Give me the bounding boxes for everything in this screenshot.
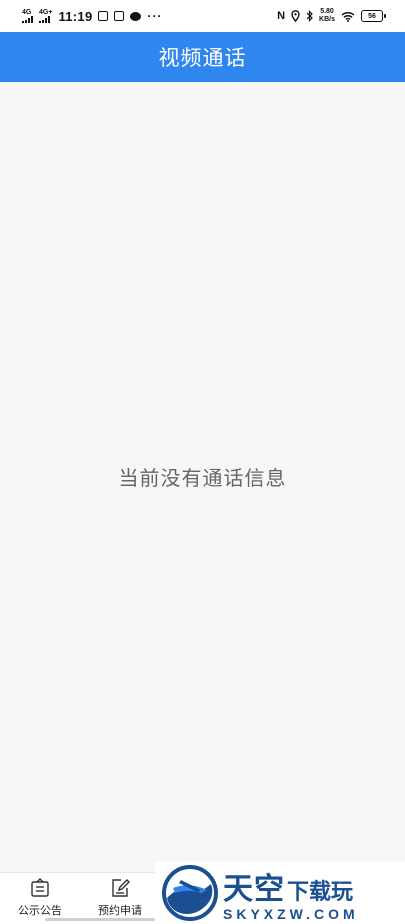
sim2-signal-icon: 4G+ bbox=[39, 9, 52, 23]
status-bar: 4G 4G+ 11:19 ··· N 5.80 KB/s 56 bbox=[0, 0, 405, 32]
nav-item-appointment[interactable]: 预约申请 bbox=[80, 877, 160, 918]
watermark: 天空 下载玩 SKYXZW.COM bbox=[155, 862, 405, 923]
empty-state-message: 当前没有通话信息 bbox=[118, 468, 287, 490]
app-notification-icon bbox=[98, 11, 109, 21]
page-title: 视频通话 bbox=[158, 47, 247, 70]
nfc-icon: N bbox=[277, 10, 286, 22]
nav-label-notice: 公示公告 bbox=[18, 905, 62, 917]
edit-form-icon bbox=[112, 879, 130, 897]
sim2-network: 4G+ bbox=[39, 9, 53, 16]
home-indicator bbox=[45, 918, 155, 921]
app-header: 视频通话 bbox=[0, 32, 405, 82]
battery-level: 56 bbox=[368, 12, 376, 20]
status-time: 11:19 bbox=[58, 8, 93, 24]
more-notifications-icon: ··· bbox=[147, 9, 163, 23]
battery-icon: 56 bbox=[361, 10, 386, 22]
watermark-cn-big: 天空 bbox=[223, 872, 285, 906]
book-notification-icon bbox=[114, 11, 125, 21]
nav-label-appointment: 预约申请 bbox=[98, 905, 142, 917]
sim1-network: 4G bbox=[22, 9, 32, 16]
watermark-cn-small: 下载玩 bbox=[287, 878, 354, 904]
skyxzw-logo-icon bbox=[162, 864, 218, 921]
nav-item-notice[interactable]: 公示公告 bbox=[0, 877, 80, 918]
location-icon bbox=[291, 10, 300, 22]
sim1-signal-icon: 4G bbox=[22, 9, 33, 23]
watermark-text: 天空 下载玩 SKYXZW.COM bbox=[223, 864, 359, 922]
wifi-icon bbox=[341, 11, 355, 22]
notice-board-icon bbox=[31, 878, 49, 897]
status-left: 4G 4G+ 11:19 ··· bbox=[22, 9, 162, 24]
speed-unit: KB/s bbox=[319, 16, 335, 23]
network-speed: 5.80 KB/s bbox=[319, 8, 335, 24]
status-right: N 5.80 KB/s 56 bbox=[277, 8, 386, 24]
watermark-en: SKYXZW.COM bbox=[223, 905, 359, 922]
speed-value: 5.80 bbox=[320, 8, 334, 15]
bluetooth-icon bbox=[306, 10, 313, 22]
message-notification-icon bbox=[130, 11, 142, 21]
